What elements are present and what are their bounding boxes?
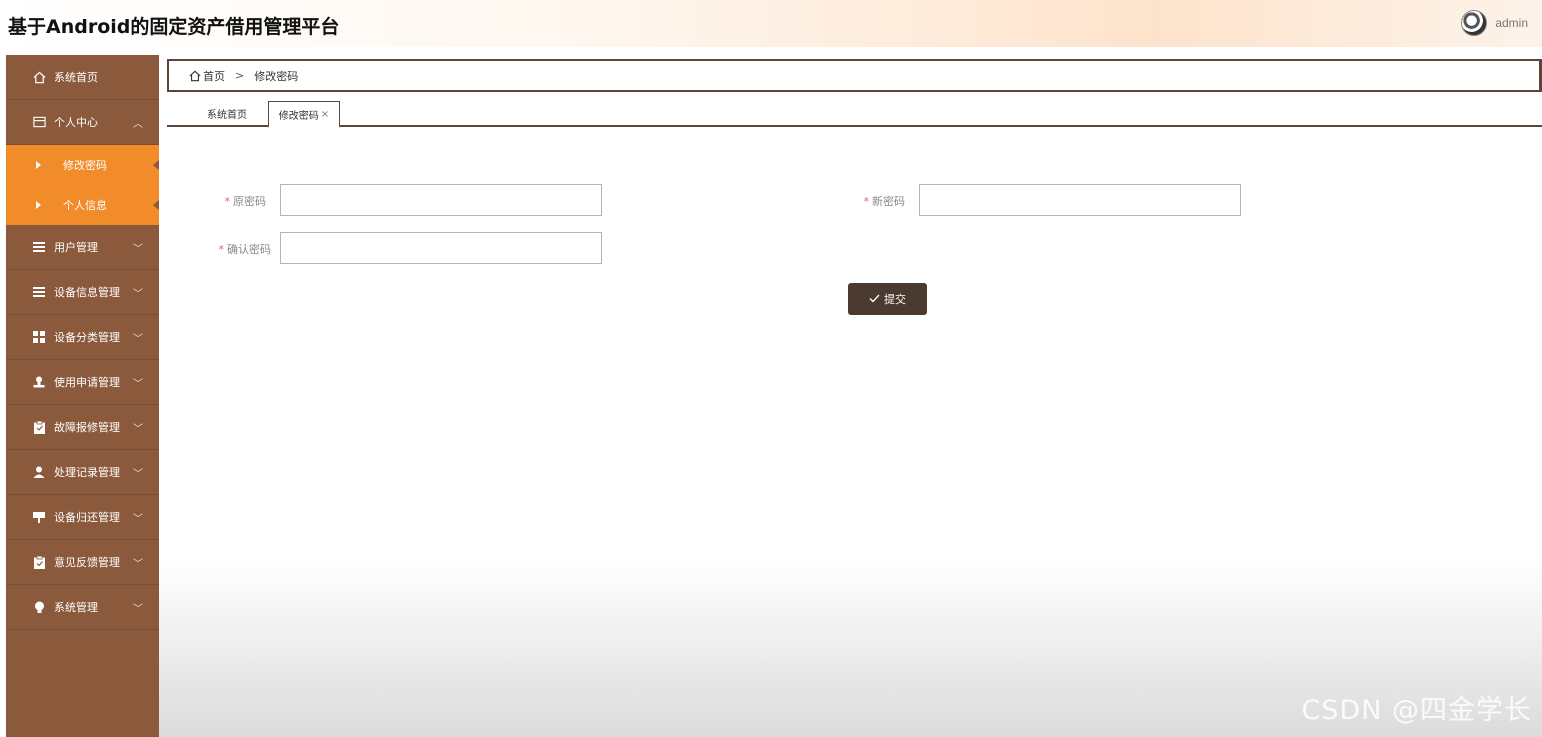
sidebar-item-label: 设备分类管理 <box>54 331 120 344</box>
grid-icon <box>32 330 46 344</box>
sidebar-subitem-change-password[interactable]: 修改密码 <box>6 145 159 185</box>
required-mark: * <box>863 195 870 208</box>
window-icon <box>32 115 46 129</box>
chevron-down-icon: ﹀ <box>133 334 143 345</box>
breadcrumb-separator: > <box>235 69 245 82</box>
caret-right-icon <box>36 161 41 169</box>
sidebar-item-label: 设备归还管理 <box>54 511 120 524</box>
sidebar-item-device-return[interactable]: 设备归还管理 ﹀ <box>6 495 159 540</box>
person-icon <box>32 465 46 479</box>
watermark: CSDN @四金学长 <box>1301 695 1532 726</box>
top-header: 基于Android的固定资产借用管理平台 admin <box>0 0 1542 47</box>
active-indicator <box>153 160 159 170</box>
sidebar-subitem-personal-info[interactable]: 个人信息 <box>6 185 159 225</box>
sidebar-item-label: 处理记录管理 <box>54 466 120 479</box>
check-icon <box>869 293 880 306</box>
sign-icon <box>32 510 46 524</box>
bulb-icon <box>32 600 46 614</box>
old-password-label: * 原密码 <box>200 193 267 209</box>
confirm-password-label: * 确认密码 <box>196 241 272 257</box>
breadcrumb: 首页 > 修改密码 <box>167 59 1542 92</box>
home-icon <box>32 70 46 84</box>
chevron-down-icon: ﹀ <box>133 424 143 435</box>
chevron-down-icon: ﹀ <box>133 379 143 390</box>
avatar[interactable] <box>1461 10 1488 36</box>
sidebar: 系统首页 个人中心 ︿ 修改密码 个人信息 用户管理 ﹀ 设备信息管理 ﹀ 设备 <box>6 55 159 737</box>
chevron-down-icon: ﹀ <box>133 469 143 480</box>
breadcrumb-current: 修改密码 <box>254 69 299 83</box>
chevron-down-icon: ﹀ <box>133 559 143 570</box>
chevron-down-icon: ﹀ <box>133 244 143 255</box>
sidebar-item-label: 故障报修管理 <box>54 421 120 434</box>
chevron-down-icon: ﹀ <box>133 604 143 615</box>
old-password-label-text: 原密码 <box>233 195 266 208</box>
home-icon[interactable] <box>189 70 201 82</box>
caret-right-icon <box>36 201 41 209</box>
sidebar-item-device-info[interactable]: 设备信息管理 ﹀ <box>6 270 159 315</box>
sidebar-subitem-label: 个人信息 <box>63 199 107 212</box>
list-icon <box>32 285 46 299</box>
old-password-input[interactable] <box>280 184 602 216</box>
sidebar-item-label: 系统首页 <box>54 71 98 84</box>
confirm-password-label-text: 确认密码 <box>227 243 271 256</box>
tab-bar: 系统首页 修改密码 × <box>167 101 1542 128</box>
stamp-icon <box>32 375 46 389</box>
sidebar-item-label: 个人中心 <box>54 116 98 129</box>
sidebar-item-fault-repair[interactable]: 故障报修管理 ﹀ <box>6 405 159 450</box>
sidebar-item-device-category[interactable]: 设备分类管理 ﹀ <box>6 315 159 360</box>
app-title: 基于Android的固定资产借用管理平台 <box>8 16 340 38</box>
sidebar-item-label: 设备信息管理 <box>54 286 120 299</box>
sidebar-item-processing-records[interactable]: 处理记录管理 ﹀ <box>6 450 159 495</box>
required-mark: * <box>218 243 225 256</box>
tab-label: 修改密码 <box>278 110 319 122</box>
submit-button[interactable]: 提交 <box>848 283 927 315</box>
tab-label: 系统首页 <box>207 110 247 121</box>
sidebar-item-home[interactable]: 系统首页 <box>6 55 159 100</box>
required-mark: * <box>224 195 231 208</box>
confirm-password-input[interactable] <box>280 232 602 264</box>
sidebar-subitem-label: 修改密码 <box>63 159 107 172</box>
sidebar-item-label: 用户管理 <box>54 241 98 254</box>
clipboard-icon <box>32 420 46 434</box>
sidebar-item-label: 使用申请管理 <box>54 376 120 389</box>
tab-home[interactable]: 系统首页 <box>187 101 267 126</box>
close-icon[interactable]: × <box>321 109 329 120</box>
breadcrumb-home[interactable]: 首页 <box>203 68 225 84</box>
user-menu[interactable]: admin <box>1461 10 1528 36</box>
sidebar-item-personal-center[interactable]: 个人中心 ︿ <box>6 100 159 145</box>
active-indicator <box>153 200 159 210</box>
submit-label: 提交 <box>884 293 906 306</box>
user-name[interactable]: admin <box>1495 16 1528 30</box>
clipboard-check-icon <box>32 555 46 569</box>
new-password-label-text: 新密码 <box>872 195 905 208</box>
sidebar-item-user-management[interactable]: 用户管理 ﹀ <box>6 225 159 270</box>
tab-change-password[interactable]: 修改密码 × <box>268 101 340 128</box>
sidebar-item-usage-application[interactable]: 使用申请管理 ﹀ <box>6 360 159 405</box>
new-password-label: * 新密码 <box>838 193 906 209</box>
chevron-down-icon: ﹀ <box>133 514 143 525</box>
sidebar-item-label: 系统管理 <box>54 601 98 614</box>
chevron-down-icon: ﹀ <box>133 289 143 300</box>
new-password-input[interactable] <box>919 184 1241 216</box>
sidebar-item-system-management[interactable]: 系统管理 ﹀ <box>6 585 159 630</box>
chevron-up-icon: ︿ <box>133 119 143 130</box>
sidebar-item-feedback[interactable]: 意见反馈管理 ﹀ <box>6 540 159 585</box>
list-icon <box>32 240 46 254</box>
sidebar-item-label: 意见反馈管理 <box>54 556 120 569</box>
